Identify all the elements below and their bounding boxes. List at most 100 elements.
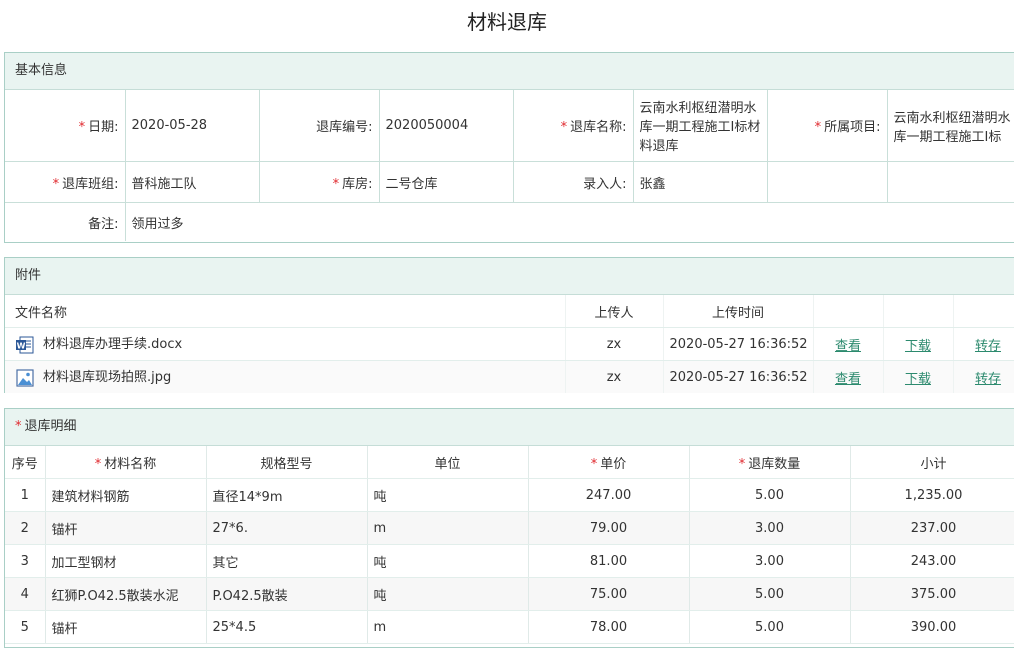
- seq: 1: [5, 478, 46, 512]
- team-label: * 退库班组:: [5, 161, 126, 203]
- entry-value: 张鑫: [633, 161, 768, 203]
- basic-info-panel: 基本信息 * 日期: 2020-05-28 退库编号: 2020050004 * 退…: [4, 52, 1014, 243]
- word-doc-icon: W: [15, 335, 35, 355]
- spec: 25*4.5: [206, 610, 368, 644]
- transfer-link[interactable]: 转存: [975, 372, 1001, 387]
- material-name: 建筑材料钢筋: [45, 478, 207, 512]
- upload-time: 2020-05-27 16:36:52: [663, 360, 814, 393]
- unit: m: [367, 610, 529, 644]
- subtotal: 390.00: [850, 610, 1014, 644]
- col-seq: 序号: [5, 446, 46, 479]
- qty: 5.00: [689, 577, 851, 611]
- price: 79.00: [528, 511, 690, 545]
- empty-cell: [767, 161, 888, 203]
- unit: 吨: [367, 544, 529, 578]
- qty: 3.00: [689, 511, 851, 545]
- col-price: * 单价: [528, 446, 690, 479]
- attachments-header: 附件: [5, 258, 1014, 295]
- warehouse-label: * 库房:: [259, 161, 380, 203]
- transfer-link[interactable]: 转存: [975, 339, 1001, 354]
- material-name: 锚杆: [45, 511, 207, 545]
- spec: P.O42.5散装: [206, 577, 368, 611]
- col-spec: 规格型号: [206, 446, 368, 479]
- details-panel: * 退库明细 序号 * 材料名称 规格型号 单位 * 单价 * 退库数量 小计 1 建筑…: [4, 408, 1014, 648]
- subtotal: 1,235.00: [850, 478, 1014, 512]
- unit: 吨: [367, 577, 529, 611]
- detail-row: 4 红狮P.O42.5散装水泥 P.O42.5散装 吨 75.00 5.00 3…: [5, 577, 1014, 611]
- code-label: 退库编号:: [259, 90, 380, 162]
- date-label: * 日期:: [5, 90, 126, 162]
- qty: 5.00: [689, 478, 851, 512]
- uploader: zx: [565, 360, 664, 393]
- price: 81.00: [528, 544, 690, 578]
- unit: m: [367, 511, 529, 545]
- name-value: 云南水利枢纽潜明水库一期工程施工I标材料退库: [633, 90, 768, 162]
- subtotal: 237.00: [850, 511, 1014, 545]
- download-link[interactable]: 下载: [905, 339, 931, 354]
- code-value: 2020050004: [379, 90, 514, 162]
- subtotal: 375.00: [850, 577, 1014, 611]
- seq: 2: [5, 511, 46, 545]
- col-unit: 单位: [367, 446, 529, 479]
- detail-row: 5 锚杆 25*4.5 m 78.00 5.00 390.00: [5, 610, 1014, 644]
- seq: 3: [5, 544, 46, 578]
- col-upload-time: 上传时间: [663, 295, 814, 328]
- project-label: * 所属项目:: [767, 90, 888, 162]
- unit: 吨: [367, 478, 529, 512]
- file-name-cell: W 材料退库办理手续.docx: [5, 327, 566, 361]
- file-name[interactable]: 材料退库办理手续.docx: [43, 337, 182, 352]
- project-value: 云南水利枢纽潜明水库一期工程施工I标: [887, 90, 1014, 162]
- material-name: 红狮P.O42.5散装水泥: [45, 577, 207, 611]
- empty-cell: [887, 161, 1014, 203]
- qty: 3.00: [689, 544, 851, 578]
- name-label: * 退库名称:: [513, 90, 634, 162]
- col-action-3: [953, 295, 1014, 328]
- col-file-name: 文件名称: [5, 295, 566, 328]
- seq: 5: [5, 610, 46, 644]
- image-file-icon: [15, 368, 35, 388]
- col-uploader: 上传人: [565, 295, 664, 328]
- date-value: 2020-05-28: [125, 90, 260, 162]
- team-value: 普科施工队: [125, 161, 260, 203]
- price: 247.00: [528, 478, 690, 512]
- attachment-row: 材料退库现场拍照.jpg zx 2020-05-27 16:36:52 查看 下…: [5, 360, 1014, 393]
- price: 75.00: [528, 577, 690, 611]
- upload-time: 2020-05-27 16:36:52: [663, 327, 814, 361]
- detail-row: 1 建筑材料钢筋 直径14*9m 吨 247.00 5.00 1,235.00: [5, 478, 1014, 512]
- material-name: 加工型钢材: [45, 544, 207, 578]
- detail-row: 3 加工型钢材 其它 吨 81.00 3.00 243.00: [5, 544, 1014, 578]
- uploader: zx: [565, 327, 664, 361]
- view-link[interactable]: 查看: [835, 339, 861, 354]
- col-subtotal: 小计: [850, 446, 1014, 479]
- warehouse-value: 二号仓库: [379, 161, 514, 203]
- details-header: * 退库明细: [5, 409, 1014, 446]
- file-name-cell: 材料退库现场拍照.jpg: [5, 360, 566, 393]
- material-name: 锚杆: [45, 610, 207, 644]
- basic-info-table: * 日期: 2020-05-28 退库编号: 2020050004 * 退库名称: …: [5, 90, 1014, 241]
- basic-info-header: 基本信息: [5, 53, 1014, 90]
- qty: 5.00: [689, 610, 851, 644]
- price: 78.00: [528, 610, 690, 644]
- col-action-1: [813, 295, 884, 328]
- spec: 其它: [206, 544, 368, 578]
- seq: 4: [5, 577, 46, 611]
- subtotal: 243.00: [850, 544, 1014, 578]
- spec: 27*6.: [206, 511, 368, 545]
- svg-text:W: W: [17, 341, 26, 350]
- attachments-panel: 附件 文件名称 上传人 上传时间 W 材料退库办理手续.docx zx 2020…: [4, 257, 1014, 393]
- col-qty: * 退库数量: [689, 446, 851, 479]
- spec: 直径14*9m: [206, 478, 368, 512]
- entry-label: 录入人:: [513, 161, 634, 203]
- col-material: * 材料名称: [45, 446, 207, 479]
- details-table: 序号 * 材料名称 规格型号 单位 * 单价 * 退库数量 小计 1 建筑材料钢筋 直…: [5, 446, 1014, 644]
- download-link[interactable]: 下载: [905, 372, 931, 387]
- remark-value: 领用过多: [131, 216, 184, 232]
- attachments-table: 文件名称 上传人 上传时间 W 材料退库办理手续.docx zx 2020-05…: [5, 295, 1014, 393]
- remark-label: 备注:: [5, 202, 126, 241]
- page-title: 材料退库: [467, 10, 547, 34]
- col-action-2: [883, 295, 954, 328]
- file-name[interactable]: 材料退库现场拍照.jpg: [43, 370, 171, 385]
- detail-row: 2 锚杆 27*6. m 79.00 3.00 237.00: [5, 511, 1014, 545]
- view-link[interactable]: 查看: [835, 372, 861, 387]
- attachment-row: W 材料退库办理手续.docx zx 2020-05-27 16:36:52 查…: [5, 327, 1014, 361]
